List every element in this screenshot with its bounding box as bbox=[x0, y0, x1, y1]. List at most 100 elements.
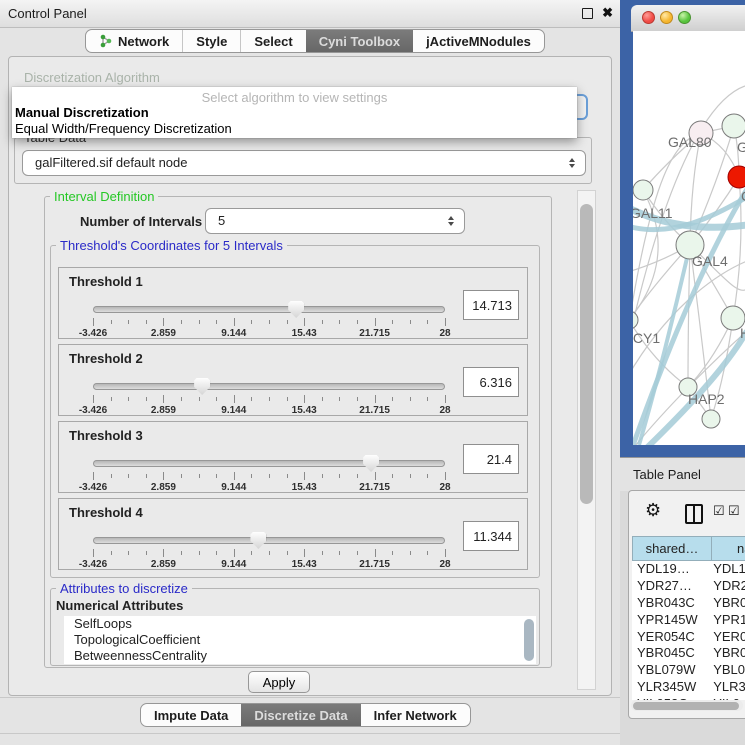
cell-shared-name[interactable]: YBL079W bbox=[632, 662, 709, 679]
table-row[interactable]: YDL19…YDL1 bbox=[632, 561, 745, 578]
threshold-value-field[interactable]: 14.713 bbox=[463, 290, 519, 320]
network-node[interactable] bbox=[633, 180, 653, 200]
cell-shared-name[interactable]: YER054C bbox=[632, 629, 709, 646]
slider-thumb[interactable] bbox=[363, 455, 379, 472]
close-icon[interactable]: ✖ bbox=[602, 5, 613, 21]
panel-vertical-scrollbar[interactable] bbox=[577, 190, 596, 690]
cell-shared-name[interactable]: YDL19… bbox=[632, 561, 709, 578]
network-node-label: H bbox=[740, 325, 745, 341]
network-edge[interactable] bbox=[688, 245, 690, 387]
divider bbox=[0, 697, 620, 698]
tab-network[interactable]: Network bbox=[86, 30, 182, 52]
tab-style[interactable]: Style bbox=[182, 30, 240, 52]
cell-name[interactable]: YBL0 bbox=[709, 662, 745, 679]
column-header-name[interactable]: na bbox=[712, 536, 745, 561]
tab-select[interactable]: Select bbox=[240, 30, 305, 52]
algorithm-popup-hint: Select algorithm to view settings bbox=[12, 90, 577, 105]
threshold-slider[interactable]: -3.4262.8599.14415.4321.71528 bbox=[93, 301, 445, 337]
network-node[interactable] bbox=[728, 166, 745, 188]
table-row[interactable]: YPR145WYPR1 bbox=[632, 612, 745, 629]
threshold-slider[interactable]: -3.4262.8599.14415.4321.71528 bbox=[93, 532, 445, 568]
checkbox-icon[interactable]: ☑ bbox=[713, 503, 725, 519]
slider-ticks bbox=[93, 472, 445, 481]
cell-name[interactable]: YDR2 bbox=[709, 578, 745, 595]
cell-name[interactable]: YBR0 bbox=[709, 645, 745, 662]
tab-jactivemnodules[interactable]: jActiveMNodules bbox=[413, 30, 544, 52]
algorithm-option-equal-width[interactable]: Equal Width/Frequency Discretization bbox=[15, 121, 232, 136]
scrollbar-thumb[interactable] bbox=[633, 702, 739, 710]
column-header-shared-name[interactable]: shared… bbox=[632, 536, 712, 561]
control-panel: Control Panel ✖ Network Style Select Cyn… bbox=[0, 0, 620, 745]
slider-thumb[interactable] bbox=[194, 378, 210, 395]
checkbox-icon[interactable]: ☑ bbox=[728, 503, 740, 519]
tick-label: 28 bbox=[439, 405, 450, 416]
table-row[interactable]: YBR045CYBR0 bbox=[632, 645, 745, 662]
slider-track[interactable] bbox=[93, 306, 445, 313]
threshold-label: Threshold 2 bbox=[69, 351, 143, 366]
threshold-label: Threshold 1 bbox=[69, 274, 143, 289]
numerical-attributes-list[interactable]: SelfLoopsTopologicalCoefficientBetweenne… bbox=[64, 616, 536, 664]
network-node-label: GAL80 bbox=[668, 134, 712, 150]
cell-name[interactable]: YDL1 bbox=[709, 561, 745, 578]
cell-name[interactable]: YER0 bbox=[709, 629, 745, 646]
network-node[interactable] bbox=[702, 410, 720, 428]
network-node[interactable] bbox=[722, 114, 745, 138]
tab-label: Style bbox=[196, 34, 227, 49]
network-node-label: C bbox=[741, 188, 745, 204]
table-row[interactable]: YER054CYER0 bbox=[632, 629, 745, 646]
threshold-box: Threshold 1 -3.4262.8599.14415.4321.7152… bbox=[58, 267, 528, 339]
threshold-slider[interactable]: -3.4262.8599.14415.4321.71528 bbox=[93, 455, 445, 491]
table-data-combobox[interactable]: galFiltered.sif default node bbox=[22, 150, 586, 176]
threshold-value-field[interactable]: 6.316 bbox=[463, 367, 519, 397]
apply-button[interactable]: Apply bbox=[248, 671, 310, 693]
cell-shared-name[interactable]: YBR043C bbox=[632, 595, 709, 612]
slider-track[interactable] bbox=[93, 383, 445, 390]
cell-shared-name[interactable]: YPR145W bbox=[632, 612, 709, 629]
network-node[interactable] bbox=[633, 311, 638, 329]
slider-track[interactable] bbox=[93, 537, 445, 544]
scrollbar-thumb[interactable] bbox=[580, 204, 593, 504]
tick-label: 9.144 bbox=[221, 328, 246, 339]
threshold-slider[interactable]: -3.4262.8599.14415.4321.71528 bbox=[93, 378, 445, 414]
cell-name[interactable]: YLR3 bbox=[709, 679, 745, 696]
close-traffic-light-icon[interactable] bbox=[642, 11, 655, 24]
attribute-list-item[interactable]: TopologicalCoefficient bbox=[64, 632, 536, 648]
tab-discretize-data[interactable]: Discretize Data bbox=[241, 704, 360, 726]
attribute-list-item[interactable]: SelfLoops bbox=[64, 616, 536, 632]
tab-cyni-toolbox[interactable]: Cyni Toolbox bbox=[306, 30, 413, 52]
table-row[interactable]: YBR043CYBR0 bbox=[632, 595, 745, 612]
tab-infer-network[interactable]: Infer Network bbox=[361, 704, 470, 726]
attribute-list-item[interactable]: BetweennessCentrality bbox=[64, 648, 536, 664]
slider-thumb[interactable] bbox=[288, 301, 304, 318]
network-icon bbox=[99, 34, 113, 48]
table-row[interactable]: YLR345WYLR3 bbox=[632, 679, 745, 696]
cell-shared-name[interactable]: YDR27… bbox=[632, 578, 709, 595]
tick-label: -3.426 bbox=[79, 482, 107, 493]
slider-track[interactable] bbox=[93, 460, 445, 467]
threshold-label: Threshold 3 bbox=[69, 428, 143, 443]
table-row[interactable]: YBL079WYBL0 bbox=[632, 662, 745, 679]
cell-shared-name[interactable]: YLR345W bbox=[632, 679, 709, 696]
threshold-value-field[interactable]: 21.4 bbox=[463, 444, 519, 474]
attributes-list-scrollbar[interactable] bbox=[524, 619, 534, 661]
cell-name[interactable]: YBR0 bbox=[709, 595, 745, 612]
table-horizontal-scrollbar[interactable] bbox=[631, 700, 743, 711]
table-row[interactable]: YDR27…YDR2 bbox=[632, 578, 745, 595]
tab-impute-data[interactable]: Impute Data bbox=[141, 704, 241, 726]
table-rows[interactable]: YDL19…YDL1YDR27…YDR2YBR043CYBR0YPR145WYP… bbox=[632, 561, 745, 700]
columns-icon[interactable] bbox=[685, 504, 703, 524]
threshold-box: Threshold 2 -3.4262.8599.14415.4321.7152… bbox=[58, 344, 528, 416]
algorithm-option-manual[interactable]: Manual Discretization bbox=[15, 105, 149, 120]
group-title-interval-definition: Interval Definition bbox=[50, 189, 158, 204]
zoom-traffic-light-icon[interactable] bbox=[678, 11, 691, 24]
minimize-traffic-light-icon[interactable] bbox=[660, 11, 673, 24]
threshold-value-field[interactable]: 11.344 bbox=[463, 521, 519, 551]
num-intervals-combobox[interactable]: 5 bbox=[205, 208, 465, 234]
cell-shared-name[interactable]: YBR045C bbox=[632, 645, 709, 662]
network-node-label: HAP2 bbox=[688, 391, 725, 407]
gear-icon[interactable]: ⚙ bbox=[645, 500, 661, 521]
cell-name[interactable]: YPR1 bbox=[709, 612, 745, 629]
slider-thumb[interactable] bbox=[250, 532, 266, 549]
network-canvas[interactable]: GAL80GACGAL11GAL4GCY1HHAP2 bbox=[633, 31, 745, 445]
float-window-icon[interactable] bbox=[582, 8, 593, 19]
